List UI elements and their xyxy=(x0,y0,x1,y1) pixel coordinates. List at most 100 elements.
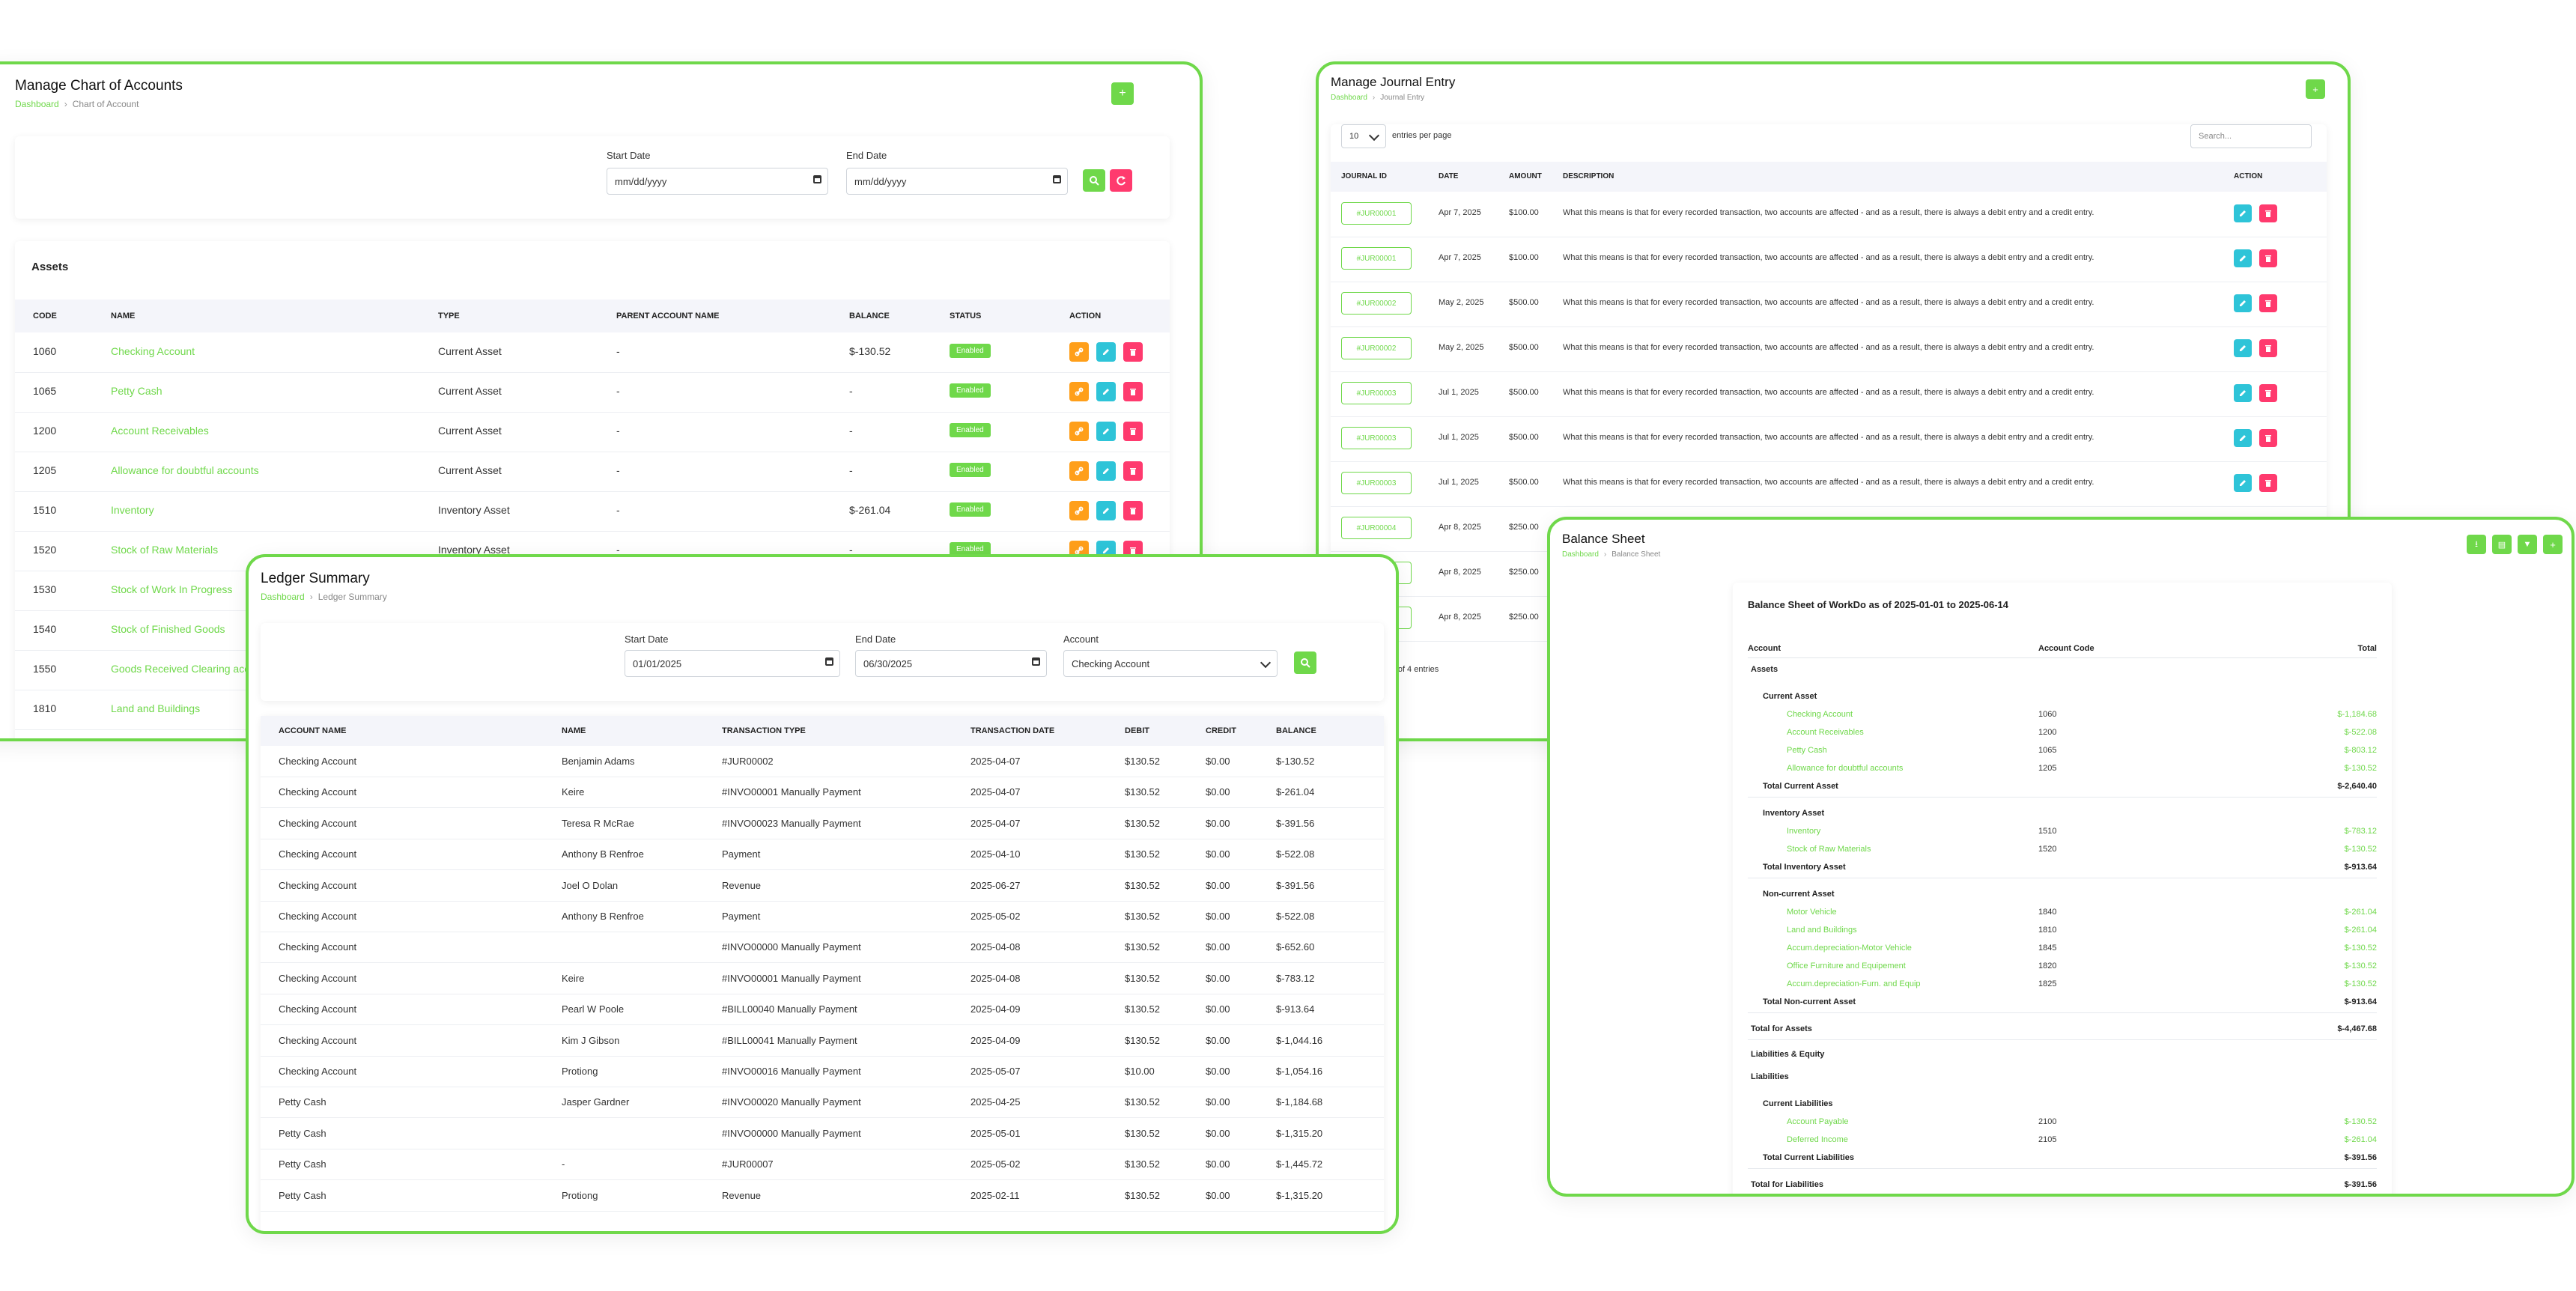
table-row: Checking Account Anthony B Renfroe Payment… xyxy=(261,839,1384,871)
end-date-input[interactable]: mm/dd/yyyy xyxy=(846,168,1068,195)
name-cell: Kim J Gibson xyxy=(562,1034,620,1046)
delete-button[interactable] xyxy=(2259,249,2277,267)
edit-button[interactable] xyxy=(2234,474,2252,492)
download-button[interactable]: ⭳ xyxy=(2467,535,2486,554)
edit-button[interactable] xyxy=(1096,422,1116,441)
pencil-icon xyxy=(1103,508,1109,514)
account-line-label[interactable]: Accum.depreciation-Motor Vehicle xyxy=(1787,944,1912,953)
account-line-label[interactable]: Petty Cash xyxy=(1787,746,1827,755)
edit-button[interactable] xyxy=(1096,342,1116,362)
transaction-date-cell: 2025-02-11 xyxy=(970,1189,1020,1201)
account-name-link[interactable]: Goods Received Clearing acco xyxy=(111,663,255,675)
breadcrumb-home-link[interactable]: Dashboard xyxy=(1562,550,1599,559)
apply-filter-button[interactable] xyxy=(1294,651,1316,674)
account-name-link[interactable]: Checking Account xyxy=(111,345,195,357)
start-date-input[interactable]: mm/dd/yyyy xyxy=(607,168,828,195)
print-button[interactable]: ▤ xyxy=(2492,535,2512,554)
search-input[interactable]: Search... xyxy=(2190,124,2312,148)
account-name-link[interactable]: Allowance for doubtful accounts xyxy=(111,464,259,476)
edit-button[interactable] xyxy=(2234,294,2252,312)
apply-filter-button[interactable] xyxy=(1083,169,1105,192)
journal-id-link[interactable]: #JUR00002 xyxy=(1341,292,1412,315)
edit-button[interactable] xyxy=(1096,461,1116,481)
entries-per-page-select[interactable]: 10 xyxy=(1341,124,1386,148)
page-title: Balance Sheet xyxy=(1562,532,1645,546)
total-line-total: $-391.56 xyxy=(2344,1180,2377,1189)
breadcrumb-home-link[interactable]: Dashboard xyxy=(1331,94,1367,102)
add-button[interactable]: + xyxy=(2543,535,2563,554)
account-name-link[interactable]: Petty Cash xyxy=(111,385,162,397)
account-name-link[interactable]: Stock of Work In Progress xyxy=(111,583,232,595)
journal-id-link[interactable]: #JUR00001 xyxy=(1341,247,1412,270)
col-date: DATE xyxy=(1439,172,1459,180)
journal-id-link[interactable]: #JUR00003 xyxy=(1341,382,1412,404)
delete-button[interactable] xyxy=(1123,422,1143,441)
edit-button[interactable] xyxy=(1096,501,1116,520)
account-line-label[interactable]: Stock of Raw Materials xyxy=(1787,845,1871,854)
delete-button[interactable] xyxy=(2259,204,2277,222)
account-line-total: $-130.52 xyxy=(2344,944,2377,953)
breadcrumb-current: Balance Sheet xyxy=(1611,550,1661,559)
journal-id-link[interactable]: #JUR00002 xyxy=(1341,337,1412,359)
account-line-label[interactable]: Allowance for doubtful accounts xyxy=(1787,764,1903,773)
account-line-label[interactable]: Deferred Income xyxy=(1787,1135,1848,1144)
link-button[interactable] xyxy=(1069,422,1089,441)
edit-button[interactable] xyxy=(2234,339,2252,357)
edit-button[interactable] xyxy=(2234,204,2252,222)
delete-button[interactable] xyxy=(1123,382,1143,401)
account-name-link[interactable]: Inventory xyxy=(111,504,154,516)
name-cell: Joel O Dolan xyxy=(562,879,619,891)
delete-button[interactable] xyxy=(1123,501,1143,520)
account-line-label[interactable]: Account Receivables xyxy=(1787,728,1864,737)
delete-button[interactable] xyxy=(1123,461,1143,481)
delete-button[interactable] xyxy=(2259,429,2277,447)
account-line-label[interactable]: Motor Vehicle xyxy=(1787,908,1837,917)
add-account-button[interactable]: + xyxy=(1111,82,1134,105)
col-balance: BALANCE xyxy=(1276,726,1316,735)
link-button[interactable] xyxy=(1069,501,1089,520)
page-title: Manage Chart of Accounts xyxy=(15,78,183,94)
delete-button[interactable] xyxy=(1123,342,1143,362)
delete-button[interactable] xyxy=(2259,339,2277,357)
breadcrumb-home-link[interactable]: Dashboard xyxy=(261,592,305,602)
account-name-link[interactable]: Stock of Raw Materials xyxy=(111,544,218,556)
account-line-code: 2100 xyxy=(2038,1117,2057,1126)
transaction-type-cell: #INVO00000 Manually Payment xyxy=(722,1127,861,1139)
total-line-label: Total for Liabilities xyxy=(1751,1180,1823,1189)
link-icon xyxy=(1075,387,1084,396)
account-name-link[interactable]: Stock of Finished Goods xyxy=(111,623,225,635)
link-button[interactable] xyxy=(1069,342,1089,362)
link-button[interactable] xyxy=(1069,382,1089,401)
breadcrumb-current: Journal Entry xyxy=(1380,94,1425,102)
breadcrumb-home-link[interactable]: Dashboard xyxy=(15,99,59,109)
journal-id-link[interactable]: #JUR00001 xyxy=(1341,202,1412,225)
add-journal-button[interactable]: + xyxy=(2306,79,2325,99)
account-select[interactable]: Checking Account xyxy=(1063,650,1278,677)
edit-button[interactable] xyxy=(2234,249,2252,267)
account-line-label[interactable]: Account Payable xyxy=(1787,1117,1849,1126)
account-line-label[interactable]: Land and Buildings xyxy=(1787,926,1857,935)
start-date-input[interactable]: 01/01/2025 xyxy=(625,650,840,677)
edit-button[interactable] xyxy=(2234,429,2252,447)
account-line-label[interactable]: Accum.depreciation-Furn. and Equip xyxy=(1787,979,1921,988)
account-name-link[interactable]: Land and Buildings xyxy=(111,702,200,714)
balance-cell: - xyxy=(849,385,853,397)
end-date-input[interactable]: 06/30/2025 xyxy=(855,650,1047,677)
filter-button[interactable]: ▼ xyxy=(2518,535,2537,554)
account-name-link[interactable]: Account Receivables xyxy=(111,425,209,437)
account-line-label[interactable]: Checking Account xyxy=(1787,710,1853,719)
link-button[interactable] xyxy=(1069,461,1089,481)
table-row: Checking Account #INVO00000 Manually Paym… xyxy=(261,932,1384,964)
pencil-icon xyxy=(2240,480,2246,486)
journal-id-link[interactable]: #JUR00003 xyxy=(1341,427,1412,449)
account-line-label[interactable]: Office Furniture and Equipement xyxy=(1787,962,1906,970)
delete-button[interactable] xyxy=(2259,384,2277,402)
journal-id-link[interactable]: #JUR00004 xyxy=(1341,517,1412,539)
edit-button[interactable] xyxy=(1096,382,1116,401)
delete-button[interactable] xyxy=(2259,474,2277,492)
account-line-label[interactable]: Inventory xyxy=(1787,827,1820,836)
journal-id-link[interactable]: #JUR00003 xyxy=(1341,472,1412,494)
reset-filter-button[interactable] xyxy=(1110,169,1132,192)
edit-button[interactable] xyxy=(2234,384,2252,402)
delete-button[interactable] xyxy=(2259,294,2277,312)
